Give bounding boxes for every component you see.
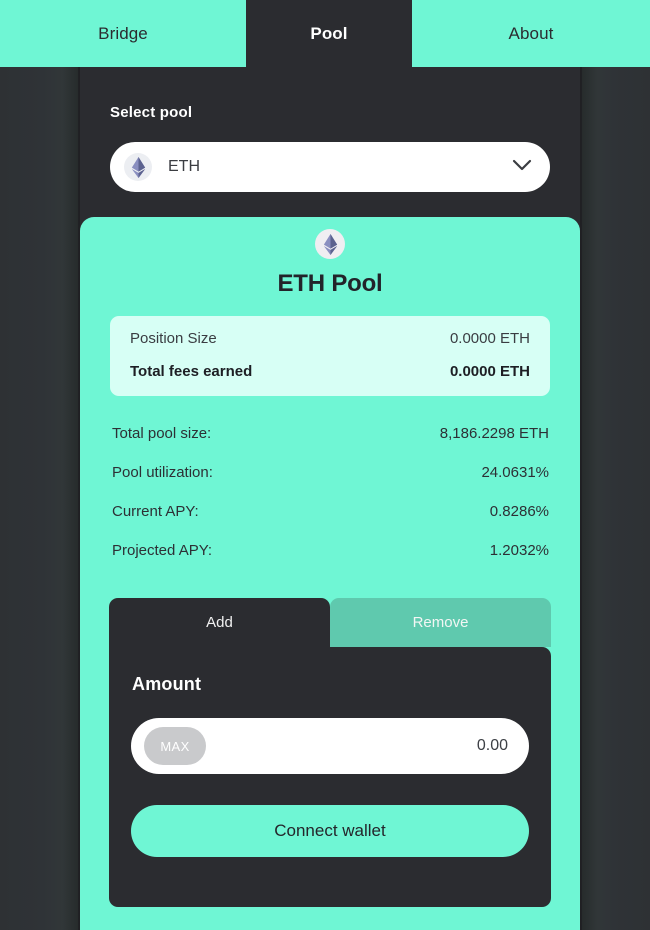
- position-size-value: 0.0000 ETH: [449, 330, 530, 347]
- nav-tab-about[interactable]: About: [412, 0, 650, 67]
- position-size-label: Position Size: [130, 330, 217, 347]
- top-navigation: Bridge Pool About: [0, 0, 650, 67]
- select-pool-value: ETH: [168, 158, 200, 175]
- nav-tab-pool-label: Pool: [310, 23, 348, 43]
- stat-row: Total pool size: 8,186.2298 ETH: [112, 425, 549, 464]
- position-summary-box: Position Size 0.0000 ETH Total fees earn…: [110, 316, 550, 396]
- stat-label: Pool utilization:: [112, 464, 213, 481]
- chevron-down-icon[interactable]: [512, 158, 532, 176]
- ethereum-icon: [124, 153, 152, 181]
- pool-stats-list: Total pool size: 8,186.2298 ETH Pool uti…: [112, 425, 549, 581]
- ethereum-icon: [315, 229, 345, 259]
- tab-add-label: Add: [206, 614, 233, 631]
- total-fees-label: Total fees earned: [130, 363, 253, 380]
- amount-input[interactable]: [216, 737, 508, 755]
- stat-label: Projected APY:: [112, 542, 213, 559]
- total-fees-row: Total fees earned 0.0000 ETH: [130, 363, 530, 380]
- stat-value: 0.8286%: [489, 503, 549, 520]
- page-title: ETH Pool: [277, 270, 383, 297]
- add-liquidity-panel: Amount MAX Connect wallet: [109, 647, 551, 907]
- amount-label: Amount: [132, 674, 202, 694]
- select-pool-dropdown[interactable]: ETH: [110, 142, 550, 192]
- stat-label: Current APY:: [112, 503, 199, 520]
- position-size-row: Position Size 0.0000 ETH: [130, 330, 530, 347]
- app-root: Bridge Pool About Select pool ETH ETH Po…: [0, 0, 650, 930]
- stat-row: Projected APY: 1.2032%: [112, 542, 549, 581]
- nav-tab-pool[interactable]: Pool: [246, 0, 412, 67]
- pool-card: ETH Pool Position Size 0.0000 ETH Total …: [80, 217, 580, 930]
- select-pool-label: Select pool: [110, 104, 193, 121]
- total-fees-value: 0.0000 ETH: [449, 363, 530, 380]
- panel-shadow-right: [580, 67, 598, 930]
- nav-tab-about-label: About: [508, 23, 554, 43]
- stat-value: 8,186.2298 ETH: [439, 425, 549, 442]
- stat-row: Pool utilization: 24.0631%: [112, 464, 549, 503]
- nav-tab-bridge[interactable]: Bridge: [0, 0, 246, 67]
- panel-shadow-left: [62, 67, 80, 930]
- amount-field[interactable]: MAX: [131, 718, 529, 774]
- connect-wallet-button[interactable]: Connect wallet: [131, 805, 529, 857]
- stat-label: Total pool size:: [112, 425, 212, 442]
- stat-value: 24.0631%: [481, 464, 549, 481]
- pool-icon-wrap: [80, 229, 580, 259]
- tab-add[interactable]: Add: [109, 598, 330, 647]
- max-button[interactable]: MAX: [144, 727, 206, 765]
- stat-row: Current APY: 0.8286%: [112, 503, 549, 542]
- nav-tab-bridge-label: Bridge: [98, 23, 148, 43]
- stat-value: 1.2032%: [489, 542, 549, 559]
- tab-remove-label: Remove: [412, 614, 469, 631]
- tab-remove[interactable]: Remove: [330, 598, 551, 647]
- liquidity-action-tabs: Add Remove: [109, 598, 551, 647]
